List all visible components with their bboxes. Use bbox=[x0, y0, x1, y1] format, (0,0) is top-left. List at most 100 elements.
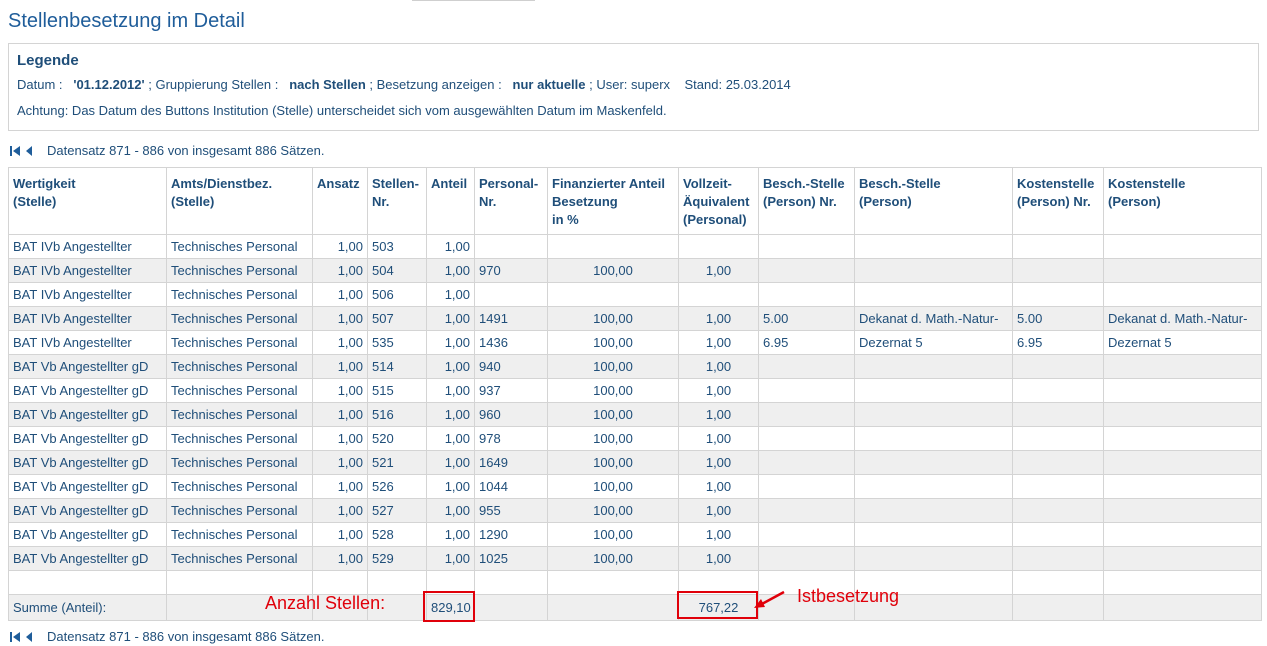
table-cell bbox=[1012, 450, 1104, 475]
table-cell bbox=[854, 546, 1013, 571]
table-cell: 1,00 bbox=[312, 474, 368, 499]
table-cell: Technisches Personal bbox=[166, 282, 313, 307]
annotation-istbesetzung: Istbesetzung bbox=[797, 586, 900, 606]
table-cell: 1,00 bbox=[426, 378, 475, 403]
table-cell: BAT Vb Angestellter gD bbox=[8, 522, 167, 547]
column-header-label: Nr. bbox=[372, 194, 390, 209]
table-cell: BAT IVb Angestellter bbox=[8, 258, 167, 283]
table-cell bbox=[474, 594, 548, 621]
table-cell: 1,00 bbox=[426, 402, 475, 427]
table-row: BAT IVb Angestellter Technisches Personal… bbox=[8, 258, 1262, 283]
table-cell bbox=[1103, 426, 1262, 451]
table-cell: 1,00 bbox=[678, 522, 759, 547]
previous-page-icon[interactable] bbox=[25, 631, 33, 643]
top-tab-stub bbox=[412, 0, 535, 1]
table-cell: Technisches Personal bbox=[166, 402, 313, 427]
table-cell bbox=[474, 570, 548, 595]
table-row: BAT Vb Angestellter gD Technisches Person… bbox=[8, 426, 1262, 451]
column-header-label: Personal- bbox=[479, 176, 539, 191]
legend-note: Achtung: Das Datum des Buttons Instituti… bbox=[17, 103, 667, 118]
annotation-anzahl-stellen: Anzahl Stellen: bbox=[265, 593, 386, 613]
table-cell: 100,00 bbox=[547, 546, 679, 571]
table-cell: Technisches Personal bbox=[166, 258, 313, 283]
pager-top: Datensatz 871 - 886 von insgesamt 886 Sä… bbox=[10, 143, 325, 158]
column-header[interactable]: Personal- Nr. bbox=[474, 167, 548, 235]
table-cell: 5.00 bbox=[758, 306, 855, 331]
table-cell: Technisches Personal bbox=[166, 426, 313, 451]
table-cell: BAT Vb Angestellter gD bbox=[8, 474, 167, 499]
table-cell: BAT Vb Angestellter gD bbox=[8, 450, 167, 475]
column-header[interactable]: Besch.-Stelle (Person) bbox=[854, 167, 1013, 235]
table-cell bbox=[547, 570, 679, 595]
table-cell bbox=[1103, 450, 1262, 475]
table-cell bbox=[758, 282, 855, 307]
table-cell bbox=[1012, 570, 1104, 595]
table-cell: 1,00 bbox=[678, 498, 759, 523]
datum-value: '01.12.2012' bbox=[73, 77, 145, 92]
page-title: Stellenbesetzung im Detail bbox=[8, 10, 245, 32]
table-cell bbox=[1103, 498, 1262, 523]
table-cell: Technisches Personal bbox=[166, 450, 313, 475]
table-cell bbox=[854, 282, 1013, 307]
column-header[interactable]: Kostenstelle (Person) bbox=[1103, 167, 1262, 235]
table-cell bbox=[1103, 354, 1262, 379]
table-cell bbox=[854, 474, 1013, 499]
table-cell bbox=[758, 378, 855, 403]
table-cell bbox=[1012, 594, 1104, 621]
table-cell: 1,00 bbox=[678, 378, 759, 403]
table-cell: 1,00 bbox=[678, 546, 759, 571]
table-cell: 1,00 bbox=[312, 498, 368, 523]
table-cell: BAT Vb Angestellter gD bbox=[8, 426, 167, 451]
table-cell: 100,00 bbox=[547, 498, 679, 523]
table-cell: 1,00 bbox=[678, 306, 759, 331]
table-cell: 1,00 bbox=[312, 522, 368, 547]
table-cell: 100,00 bbox=[547, 474, 679, 499]
user-info: ; User: superx bbox=[589, 77, 671, 92]
table-cell bbox=[1012, 354, 1104, 379]
column-header[interactable]: Besch.-Stelle (Person) Nr. bbox=[758, 167, 855, 235]
table-cell: Technisches Personal bbox=[166, 474, 313, 499]
table-cell bbox=[1103, 402, 1262, 427]
table-cell bbox=[1103, 594, 1262, 621]
column-header[interactable]: Anteil bbox=[426, 167, 475, 235]
table-cell: 529 bbox=[367, 546, 427, 571]
table-cell bbox=[758, 426, 855, 451]
table-cell: 1,00 bbox=[678, 330, 759, 355]
table-cell: 6.95 bbox=[758, 330, 855, 355]
column-header-label: Kostenstelle bbox=[1017, 176, 1095, 191]
column-header[interactable]: Vollzeit- Äquivalent (Personal) bbox=[678, 167, 759, 235]
table-cell bbox=[758, 354, 855, 379]
column-header[interactable]: Finanzierter Anteil Besetzung in % bbox=[547, 167, 679, 235]
table-cell: 1290 bbox=[474, 522, 548, 547]
first-page-icon[interactable] bbox=[10, 145, 21, 157]
column-header[interactable]: Wertigkeit (Stelle) bbox=[8, 167, 167, 235]
table-cell: 1025 bbox=[474, 546, 548, 571]
table-cell bbox=[547, 594, 679, 621]
table-cell: Technisches Personal bbox=[166, 330, 313, 355]
column-header[interactable]: Amts/Dienstbez. (Stelle) bbox=[166, 167, 313, 235]
table-row: BAT IVb Angestellter Technisches Personal… bbox=[8, 234, 1262, 259]
separator: ; bbox=[148, 77, 152, 92]
column-header[interactable]: Stellen- Nr. bbox=[367, 167, 427, 235]
previous-page-icon[interactable] bbox=[25, 145, 33, 157]
table-cell: Technisches Personal bbox=[166, 234, 313, 259]
column-header[interactable]: Kostenstelle (Person) Nr. bbox=[1012, 167, 1104, 235]
table-cell bbox=[758, 258, 855, 283]
table-cell bbox=[367, 570, 427, 595]
table-cell: 526 bbox=[367, 474, 427, 499]
table-cell: 506 bbox=[367, 282, 427, 307]
table-cell bbox=[854, 426, 1013, 451]
table-cell bbox=[474, 282, 548, 307]
table-cell: 514 bbox=[367, 354, 427, 379]
first-page-icon[interactable] bbox=[10, 631, 21, 643]
table-cell: Technisches Personal bbox=[166, 522, 313, 547]
column-header-label: (Personal) bbox=[683, 212, 747, 227]
table-cell: BAT IVb Angestellter bbox=[8, 306, 167, 331]
table-cell: 1,00 bbox=[426, 354, 475, 379]
column-header-label: Stellen- bbox=[372, 176, 419, 191]
column-header[interactable]: Ansatz bbox=[312, 167, 368, 235]
table-cell: 970 bbox=[474, 258, 548, 283]
table-cell: 503 bbox=[367, 234, 427, 259]
table-cell: 1,00 bbox=[426, 258, 475, 283]
table-cell: 1,00 bbox=[426, 330, 475, 355]
